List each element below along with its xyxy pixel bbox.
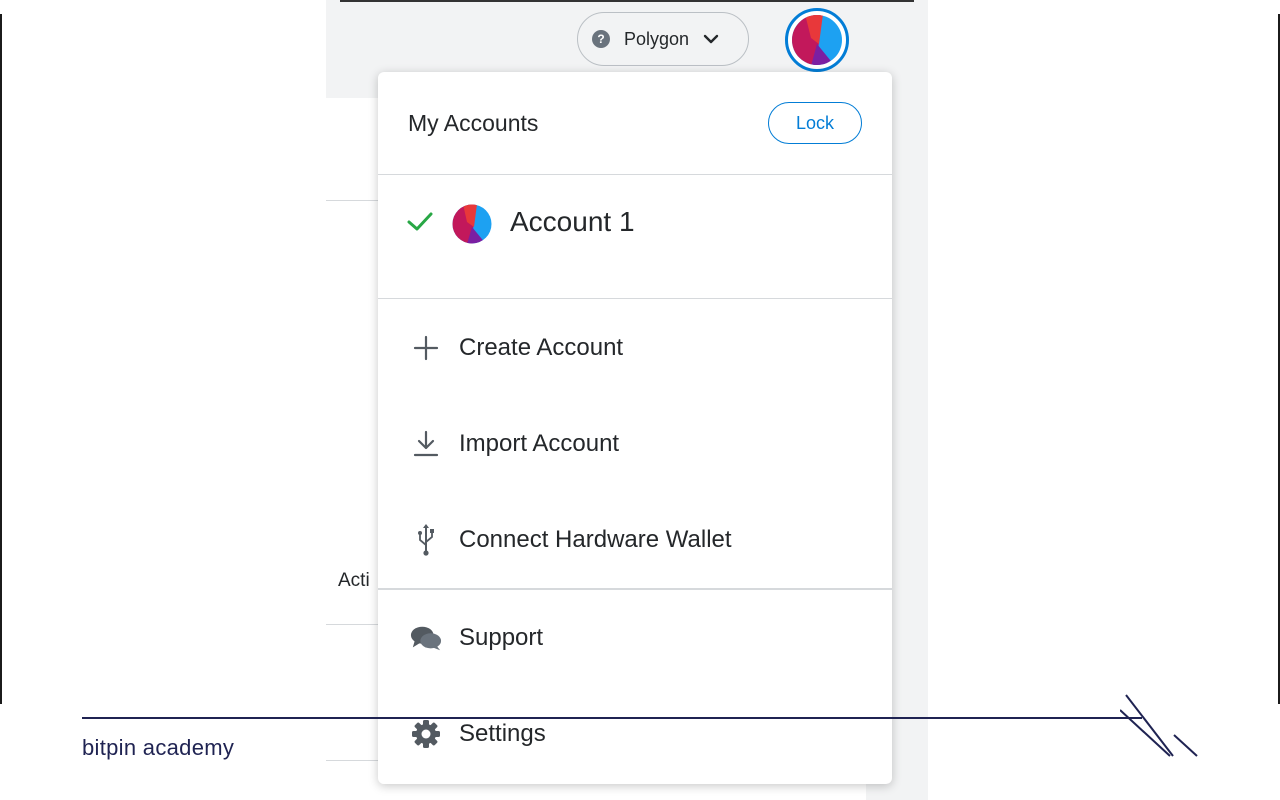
account-menu-header: My Accounts Lock — [378, 72, 892, 175]
menu-divider — [378, 588, 892, 590]
brand-slash-decoration — [1120, 694, 1198, 757]
support-label: Support — [459, 624, 544, 651]
account-avatar-button[interactable] — [785, 8, 849, 72]
avatar-identicon — [792, 15, 842, 65]
brand-underline — [82, 717, 1142, 719]
check-icon — [407, 212, 433, 231]
download-icon — [410, 428, 442, 460]
network-selector[interactable]: ? Polygon — [577, 12, 749, 66]
frame-left-border — [0, 14, 2, 704]
import-account-item[interactable]: Import Account — [378, 414, 892, 474]
connect-hardware-wallet-label: Connect Hardware Wallet — [459, 526, 732, 553]
lock-button[interactable]: Lock — [768, 102, 862, 144]
usb-icon — [410, 524, 442, 556]
account-name: Account 1 — [510, 206, 635, 237]
settings-item[interactable]: Settings — [378, 704, 892, 764]
network-name: Polygon — [624, 28, 690, 49]
menu-title: My Accounts — [408, 110, 539, 136]
create-account-label: Create Account — [459, 334, 624, 361]
question-icon: ? — [592, 30, 610, 48]
gear-icon — [410, 718, 442, 750]
support-item[interactable]: Support — [378, 608, 892, 668]
plus-icon — [410, 332, 442, 364]
chat-bubbles-icon — [410, 622, 442, 654]
import-account-label: Import Account — [459, 430, 620, 457]
settings-label: Settings — [459, 720, 546, 747]
connect-hardware-wallet-item[interactable]: Connect Hardware Wallet — [378, 510, 892, 570]
create-account-item[interactable]: Create Account — [378, 318, 892, 378]
brand-name: bitpin academy — [82, 735, 235, 760]
activity-tab-partial[interactable]: Acti — [338, 570, 370, 592]
account-menu: My Accounts Lock Account 1 Create Accoun… — [378, 72, 892, 784]
chevron-down-icon — [703, 33, 719, 45]
account-identicon — [452, 204, 492, 244]
top-border-line — [340, 0, 914, 2]
account-item[interactable]: Account 1 — [378, 176, 892, 299]
